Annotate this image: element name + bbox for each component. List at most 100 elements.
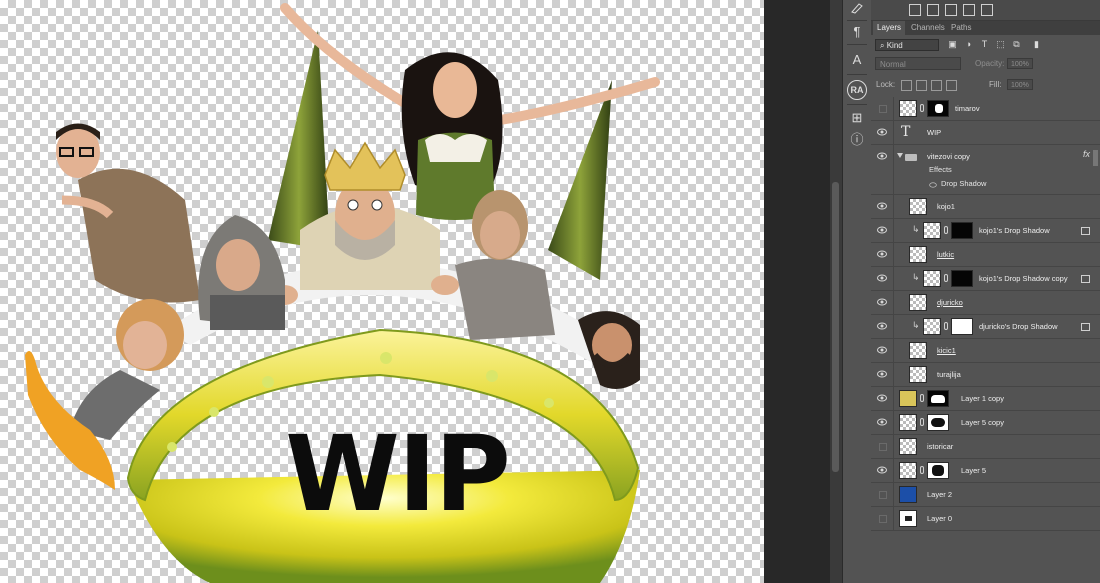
- layer-row[interactable]: kojo1: [871, 195, 1100, 219]
- layer-row[interactable]: ↳ kojo1's Drop Shadow: [871, 219, 1100, 243]
- layer-filter-row: ⌕ Kind ▣ ◑ T ⬚ ⧉ ▮: [871, 36, 1100, 54]
- layer-name: Layer 5 copy: [961, 418, 1004, 427]
- lock-position-icon[interactable]: [931, 80, 942, 91]
- eye-icon[interactable]: [877, 466, 887, 474]
- layer-thumbnail: [909, 246, 927, 263]
- lock-row: Lock: Fill: 100%: [871, 77, 1100, 93]
- layer-thumbnail: [899, 486, 917, 503]
- effect-eye-icon[interactable]: [929, 182, 937, 188]
- layer-row[interactable]: istoricar: [871, 435, 1100, 459]
- layers-scroll-thumb[interactable]: [1093, 150, 1098, 166]
- panel-tool-strip: ¶ A RA ⊞ ⓘ: [842, 0, 872, 583]
- opacity-label: Opacity:: [975, 59, 1005, 68]
- layer-row[interactable]: Layer 2: [871, 483, 1100, 507]
- paragraph-icon[interactable]: ¶: [847, 22, 867, 42]
- layer-mask-thumbnail: [927, 414, 949, 431]
- layer-row[interactable]: lutkic: [871, 243, 1100, 267]
- workspace-gutter: [764, 0, 830, 583]
- layer-row[interactable]: Layer 5: [871, 459, 1100, 483]
- layer-row[interactable]: kicic1: [871, 339, 1100, 363]
- eye-icon[interactable]: [877, 394, 887, 402]
- swatch-icon[interactable]: [927, 4, 939, 16]
- panel-top-toolbar: [871, 0, 1100, 21]
- eye-icon[interactable]: [877, 202, 887, 210]
- expand-triangle-icon[interactable]: [897, 153, 903, 158]
- eye-icon[interactable]: [877, 152, 887, 160]
- layer-thumbnail: [899, 510, 917, 527]
- layer-thumbnail: [909, 198, 927, 215]
- opacity-field[interactable]: 100%: [1007, 58, 1033, 69]
- lock-transparency-icon[interactable]: [901, 80, 912, 91]
- layer-row[interactable]: Layer 1 copy: [871, 387, 1100, 411]
- eye-icon[interactable]: [877, 370, 887, 378]
- shape-filter-icon[interactable]: ⬚: [995, 39, 1006, 50]
- lock-pixels-icon[interactable]: [916, 80, 927, 91]
- layer-row[interactable]: timarov: [871, 97, 1100, 121]
- layer-row[interactable]: Layer 0: [871, 507, 1100, 531]
- layer-thumbnail: [909, 294, 927, 311]
- visibility-off-icon[interactable]: [879, 491, 887, 499]
- smart-object-filter-icon[interactable]: ⧉: [1011, 39, 1022, 50]
- layer-row[interactable]: turajlija: [871, 363, 1100, 387]
- character-icon[interactable]: A: [847, 50, 867, 70]
- eye-icon[interactable]: [877, 274, 887, 282]
- type-filter-icon[interactable]: T: [979, 39, 990, 50]
- layer-mask-thumbnail: [927, 462, 949, 479]
- layer-thumbnail: [899, 390, 917, 407]
- visibility-off-icon[interactable]: [879, 443, 887, 451]
- link-icon: [920, 394, 924, 402]
- swatch-icon[interactable]: [909, 4, 921, 16]
- layer-row[interactable]: djuricko: [871, 291, 1100, 315]
- pixel-filter-icon[interactable]: ▣: [947, 39, 958, 50]
- canvas-scroll-thumb[interactable]: [832, 182, 839, 472]
- layer-row[interactable]: ↳ kojo1's Drop Shadow copy: [871, 267, 1100, 291]
- folder-icon: [905, 154, 917, 161]
- layer-name: timarov: [955, 104, 980, 113]
- clipping-arrow-icon: ↳: [912, 320, 920, 330]
- tab-channels[interactable]: Channels: [907, 21, 949, 35]
- link-icon: [920, 466, 924, 474]
- properties-icon[interactable]: ⊞: [847, 108, 867, 128]
- smart-object-icon: [1081, 275, 1090, 283]
- layer-mask-thumbnail: [927, 390, 949, 407]
- swatch-icon[interactable]: [981, 4, 993, 16]
- layer-group-row[interactable]: vitezovi copy fx Effects Drop Shadow: [871, 145, 1100, 195]
- fill-field[interactable]: 100%: [1007, 79, 1033, 90]
- eye-icon[interactable]: [877, 226, 887, 234]
- layer-name: Layer 1 copy: [961, 394, 1004, 403]
- effects-label: Effects: [929, 165, 952, 174]
- document-canvas[interactable]: WIP: [0, 0, 764, 583]
- clipping-arrow-icon: ↳: [912, 224, 920, 234]
- eye-icon[interactable]: [877, 128, 887, 136]
- visibility-off-icon[interactable]: [879, 515, 887, 523]
- layer-name: turajlija: [937, 370, 961, 379]
- swatch-icon[interactable]: [945, 4, 957, 16]
- eye-icon[interactable]: [877, 250, 887, 258]
- brush-preset-icon[interactable]: [847, 0, 867, 20]
- eye-icon[interactable]: [877, 346, 887, 354]
- ra-badge-icon[interactable]: RA: [847, 80, 867, 100]
- eye-icon[interactable]: [877, 418, 887, 426]
- layer-name: Layer 0: [927, 514, 953, 523]
- layer-thumbnail: [899, 414, 917, 431]
- filter-toggle-icon[interactable]: ▮: [1031, 39, 1042, 50]
- fx-icon[interactable]: fx: [1083, 149, 1090, 159]
- layer-row[interactable]: T WIP: [871, 121, 1100, 145]
- info-icon[interactable]: ⓘ: [847, 130, 867, 150]
- lock-label: Lock:: [876, 80, 896, 89]
- layer-name: istoricar: [927, 442, 954, 451]
- layer-row[interactable]: Layer 5 copy: [871, 411, 1100, 435]
- tab-paths[interactable]: Paths: [947, 21, 975, 35]
- filter-kind-select[interactable]: ⌕ Kind: [875, 39, 939, 51]
- blend-mode-select[interactable]: Normal: [875, 57, 961, 70]
- layer-thumbnail: [909, 366, 927, 383]
- visibility-off-icon[interactable]: [879, 105, 887, 113]
- layer-row[interactable]: ↳ djuricko's Drop Shadow: [871, 315, 1100, 339]
- lock-all-icon[interactable]: [946, 80, 957, 91]
- fill-label: Fill:: [989, 80, 1002, 89]
- swatch-icon[interactable]: [963, 4, 975, 16]
- tab-layers[interactable]: Layers: [873, 21, 906, 35]
- eye-icon[interactable]: [877, 298, 887, 306]
- eye-icon[interactable]: [877, 322, 887, 330]
- adjustment-filter-icon[interactable]: ◑: [963, 39, 974, 50]
